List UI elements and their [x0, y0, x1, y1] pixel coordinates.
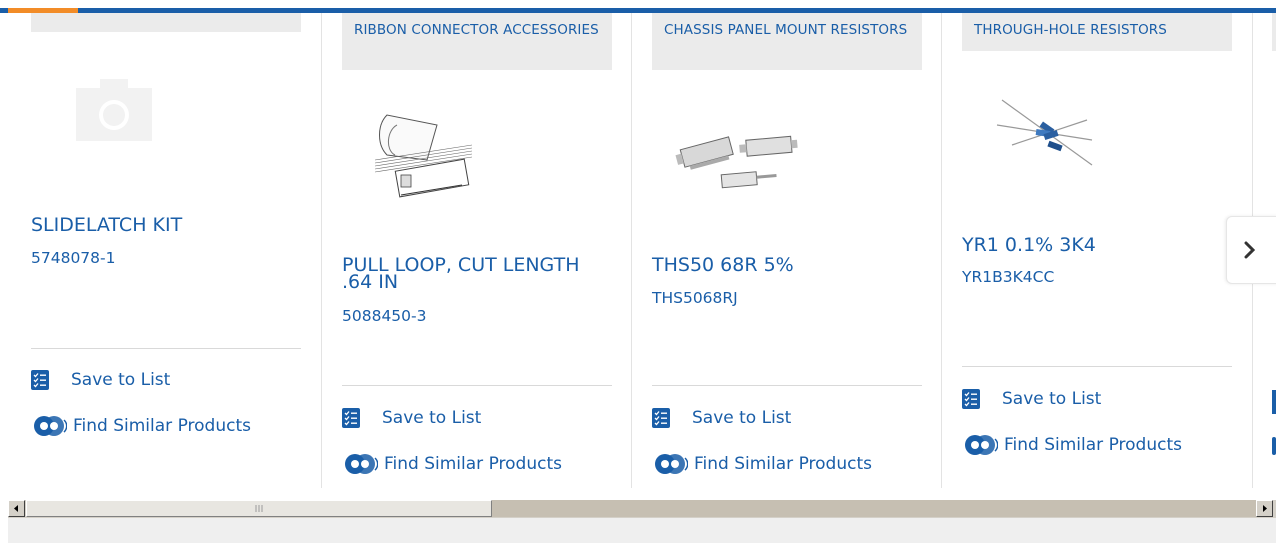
- save-to-list-button[interactable]: Save to List: [31, 370, 170, 390]
- product-card: CHASSIS PANEL MOUNT RESISTORS THS50 68R …: [652, 13, 922, 488]
- find-similar-label: Find Similar Products: [73, 416, 251, 436]
- card-divider: [321, 13, 322, 488]
- triangle-right-icon: [1263, 505, 1267, 512]
- carousel-next-button[interactable]: [1226, 216, 1276, 284]
- checklist-icon: [652, 408, 670, 428]
- product-part-number[interactable]: 5088450-3: [342, 307, 427, 325]
- divider-line: [31, 348, 301, 349]
- chevron-right-icon: [1244, 241, 1256, 259]
- card-divider: [631, 13, 632, 488]
- find-similar-label: Find Similar Products: [384, 454, 562, 474]
- card-divider: [941, 13, 942, 488]
- product-title[interactable]: PULL LOOP, CUT LENGTH .64 IN: [342, 256, 607, 292]
- product-part-number[interactable]: THS5068RJ: [652, 289, 738, 307]
- triangle-left-icon: [14, 505, 18, 512]
- gears-icon: [31, 414, 68, 438]
- product-title[interactable]: SLIDELATCH KIT: [31, 216, 296, 235]
- divider-line: [962, 366, 1232, 367]
- find-similar-button[interactable]: Find Similar Products: [652, 452, 872, 476]
- gears-icon: [342, 452, 379, 476]
- scroll-left-button[interactable]: [8, 500, 25, 517]
- grip-icon: [255, 505, 263, 512]
- scroll-right-button[interactable]: [1256, 500, 1273, 517]
- gears-icon: [1272, 437, 1276, 455]
- find-similar-button[interactable]: Find Similar Products: [342, 452, 562, 476]
- find-similar-label: Find Similar Products: [694, 454, 872, 474]
- category-header[interactable]: CHASSIS PANEL MOUNT RESISTORS: [652, 13, 922, 70]
- through-hole-resistor-image[interactable]: [992, 95, 1102, 175]
- save-to-list-label: Save to List: [382, 408, 482, 428]
- checklist-icon: [342, 408, 360, 428]
- checklist-icon: [31, 370, 49, 390]
- product-card: THROUGH-HOLE RESISTORS YR1 0.1% 3K4 YR1B…: [962, 13, 1232, 488]
- category-header: [1272, 13, 1276, 51]
- category-header[interactable]: THROUGH-HOLE RESISTORS: [962, 13, 1232, 51]
- category-header[interactable]: RIBBON CONNECTOR ACCESSORIES: [342, 13, 612, 70]
- gears-icon: [962, 433, 999, 457]
- product-card: RIBBON CONNECTOR ACCESSORIES PULL LOOP, …: [342, 13, 612, 488]
- save-to-list-button[interactable]: Save to List: [962, 389, 1101, 409]
- product-title[interactable]: THS50 68R 5%: [652, 256, 917, 275]
- horizontal-scrollbar[interactable]: [8, 499, 1276, 518]
- ribbon-connector-image[interactable]: [367, 105, 479, 205]
- page-footer-area: [8, 518, 1276, 543]
- save-to-list-label: Save to List: [692, 408, 792, 428]
- placeholder-camera-icon: [76, 79, 152, 141]
- save-to-list-label: Save to List: [1002, 389, 1102, 409]
- find-similar-button[interactable]: Find Similar Products: [962, 433, 1182, 457]
- product-part-number[interactable]: 5748078-1: [31, 249, 116, 267]
- gears-icon: [652, 452, 689, 476]
- product-part-number[interactable]: YR1B3K4CC: [962, 268, 1054, 286]
- find-similar-button[interactable]: Find Similar Products: [31, 414, 251, 438]
- chassis-resistor-image[interactable]: [672, 123, 802, 203]
- category-header: [31, 13, 301, 32]
- product-title[interactable]: YR1 0.1% 3K4: [962, 236, 1227, 255]
- divider-line: [652, 385, 922, 386]
- find-similar-label: Find Similar Products: [1004, 435, 1182, 455]
- save-to-list-label: Save to List: [71, 370, 171, 390]
- scrollbar-track[interactable]: [492, 500, 1256, 517]
- checklist-icon: [1272, 390, 1276, 414]
- scrollbar-thumb[interactable]: [26, 500, 492, 517]
- divider-line: [342, 385, 612, 386]
- checklist-icon: [962, 389, 980, 409]
- save-to-list-button[interactable]: Save to List: [342, 408, 481, 428]
- save-to-list-button[interactable]: Save to List: [652, 408, 791, 428]
- product-card: SLIDELATCH KIT 5748078-1 Save to List Fi…: [31, 13, 301, 488]
